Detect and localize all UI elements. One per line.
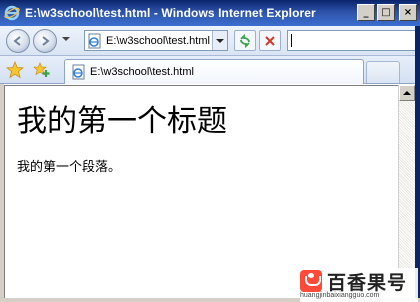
address-bar[interactable]: E:\w3school\test.html xyxy=(84,30,228,51)
minimize-button[interactable]: _ xyxy=(357,4,375,21)
watermark: 百香果号 huangjinbaixiangguo.com xyxy=(300,268,418,302)
favorites-star-icon[interactable] xyxy=(5,60,25,79)
search-input[interactable] xyxy=(288,31,416,51)
page-paragraph: 我的第一个段落。 xyxy=(17,160,122,175)
watermark-brand: 百香果号 xyxy=(327,272,408,294)
close-button[interactable]: × xyxy=(399,4,417,21)
back-button[interactable] xyxy=(6,29,30,53)
forward-button[interactable] xyxy=(33,29,57,53)
search-box[interactable] xyxy=(287,30,417,51)
watermark-logo-icon xyxy=(300,270,322,292)
ie-icon xyxy=(4,5,20,21)
address-dropdown-button[interactable] xyxy=(212,31,227,50)
recent-pages-dropdown[interactable] xyxy=(62,37,70,41)
add-favorite-icon[interactable] xyxy=(33,61,51,79)
page-icon xyxy=(71,64,87,80)
vertical-scrollbar[interactable] xyxy=(398,85,415,298)
page-heading: 我的第一个标题 xyxy=(17,104,227,139)
window-frame-right xyxy=(415,26,420,302)
forward-arrow-icon xyxy=(42,36,50,46)
tab-label: E:\w3school\test.html xyxy=(90,66,194,78)
refresh-icon xyxy=(240,33,250,48)
watermark-url: huangjinbaixiangguo.com xyxy=(300,292,380,299)
page-icon xyxy=(87,33,103,49)
maximize-button[interactable]: □ xyxy=(377,4,395,21)
tab-bar: E:\w3school\test.html xyxy=(0,56,420,84)
stop-button[interactable] xyxy=(259,30,281,51)
stop-icon xyxy=(265,35,275,46)
text-cursor xyxy=(291,34,292,47)
page-content: 我的第一个标题 我的第一个段落。 xyxy=(4,85,398,298)
navigation-bar: E:\w3school\test.html xyxy=(0,26,420,56)
window-title: E:\w3school\test.html - Windows Internet… xyxy=(25,6,316,20)
back-arrow-icon xyxy=(13,36,21,46)
address-text: E:\w3school\test.html xyxy=(106,34,210,47)
scroll-up-button[interactable] xyxy=(399,85,415,101)
chevron-down-icon xyxy=(216,38,224,43)
new-tab-button[interactable] xyxy=(366,61,400,83)
window-controls: _ □ × xyxy=(357,4,417,21)
title-bar: E:\w3school\test.html - Windows Internet… xyxy=(0,0,420,26)
scroll-up-arrow-icon xyxy=(403,91,411,95)
refresh-button[interactable] xyxy=(234,30,256,51)
tab-active[interactable]: E:\w3school\test.html xyxy=(64,59,364,84)
